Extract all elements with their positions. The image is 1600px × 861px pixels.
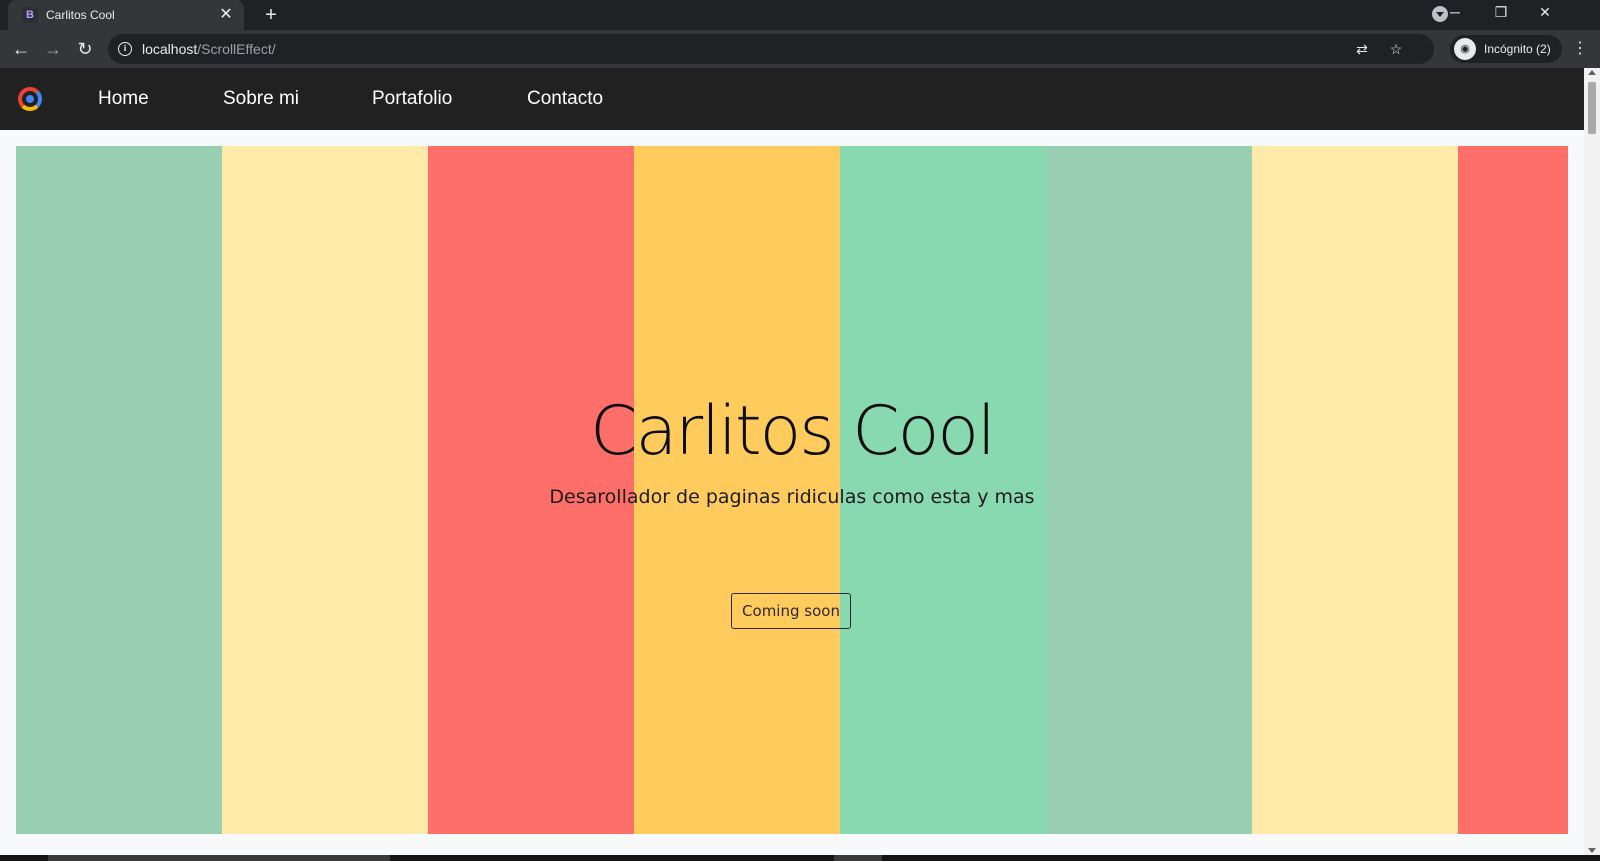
tab-title: Carlitos Cool <box>46 8 115 22</box>
new-tab-icon[interactable]: + <box>260 4 282 26</box>
bookmark-star-icon[interactable]: ☆ <box>1388 41 1404 57</box>
url-path: /ScrollEffect/ <box>197 41 276 57</box>
back-icon[interactable]: ← <box>10 38 32 60</box>
tab-favicon-icon: B <box>22 7 38 23</box>
nav-link-home[interactable]: Home <box>98 88 149 110</box>
close-window-icon[interactable]: ✕ <box>1522 0 1568 26</box>
scroll-thumb[interactable] <box>1588 82 1596 134</box>
browser-menu-icon[interactable]: ⋮ <box>1570 38 1590 60</box>
site-logo-icon[interactable] <box>18 87 42 111</box>
hero-title: Carlitos Cool <box>590 392 996 471</box>
nav-link-contacto[interactable]: Contacto <box>527 88 603 110</box>
hero-section: Carlitos Cool Desarollador de paginas ri… <box>16 146 1568 834</box>
tab-close-icon[interactable]: ✕ <box>218 7 234 23</box>
site-navbar: Home Sobre mi Portafolio Contacto <box>0 68 1584 130</box>
tab-strip: B Carlitos Cool ✕ + ─ ❐ ✕ <box>0 0 1600 30</box>
scroll-up-icon[interactable] <box>1588 70 1596 75</box>
address-bar[interactable]: i localhost/ScrollEffect/ ⇄ ☆ <box>108 34 1434 64</box>
restore-icon[interactable]: ❐ <box>1478 0 1524 26</box>
page-viewport: Home Sobre mi Portafolio Contacto Carlit… <box>0 68 1584 855</box>
browser-toolbar: ← → ↻ i localhost/ScrollEffect/ ⇄ ☆ ◉ In… <box>0 30 1600 68</box>
forward-icon[interactable]: → <box>42 38 64 60</box>
incognito-label: Incógnito (2) <box>1484 42 1551 56</box>
reload-icon[interactable]: ↻ <box>74 38 96 60</box>
minimize-icon[interactable]: ─ <box>1432 0 1478 26</box>
incognito-badge[interactable]: ◉ Incógnito (2) <box>1450 35 1562 63</box>
nav-link-sobre-mi[interactable]: Sobre mi <box>223 88 299 110</box>
coming-soon-button[interactable]: Coming soon <box>731 593 851 629</box>
taskbar-item <box>834 855 882 861</box>
url-host: localhost <box>142 41 198 57</box>
incognito-icon: ◉ <box>1454 38 1476 60</box>
site-info-icon[interactable]: i <box>118 42 132 56</box>
nav-link-portafolio[interactable]: Portafolio <box>372 88 452 110</box>
tab-carlitos-cool[interactable]: B Carlitos Cool ✕ <box>8 0 244 30</box>
page-scrollbar[interactable] <box>1584 68 1600 855</box>
translate-icon[interactable]: ⇄ <box>1354 41 1370 57</box>
taskbar-item <box>48 855 390 861</box>
hero-subtitle: Desarollador de paginas ridiculas como e… <box>549 486 1035 508</box>
scroll-down-icon[interactable] <box>1588 848 1596 853</box>
